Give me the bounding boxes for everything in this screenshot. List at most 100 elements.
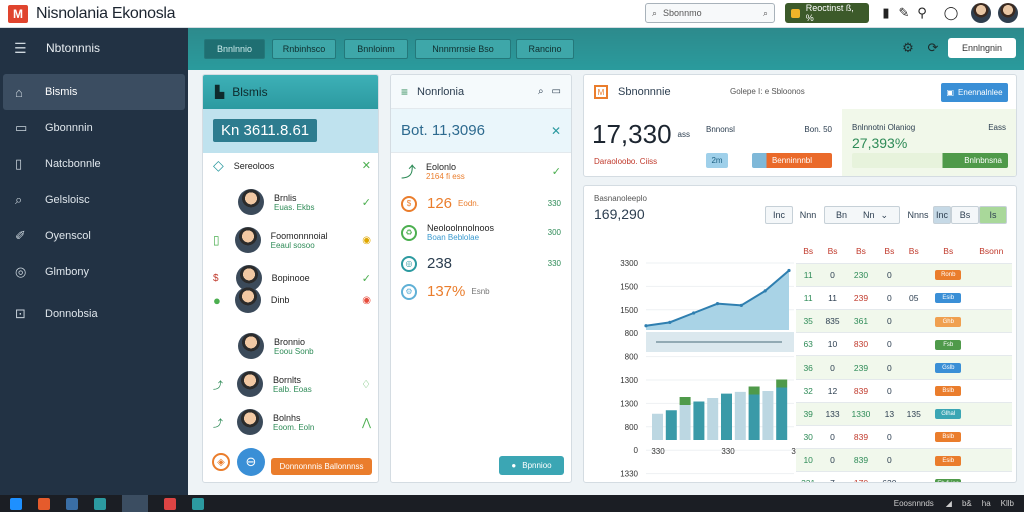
volume-icon[interactable]: ◢ (946, 499, 952, 508)
mail-icon[interactable] (66, 497, 78, 510)
status-badge[interactable]: Bslb (935, 386, 962, 397)
sidebar-item-globe[interactable]: ◎ Glmbony (3, 254, 185, 290)
list-item[interactable]: Bronnio Eoou Sonb (238, 333, 371, 359)
status-badge[interactable]: Bslb (935, 432, 962, 443)
browser-icon[interactable] (38, 497, 50, 510)
status-badge[interactable]: Glhal (935, 409, 962, 420)
list-item[interactable]: ⤴ Eolonlo 2164 fi ess ✓ (401, 161, 561, 182)
refresh-icon[interactable]: ⟳ (925, 40, 941, 56)
list-item[interactable]: ⤴ Bolnhs Eoom. Eoln ⋀ (213, 409, 371, 435)
list-item[interactable]: ⚙ 137% Esnb (401, 283, 561, 300)
tray-item[interactable]: Kllb (1001, 499, 1014, 508)
header-badge[interactable]: Reoctinst ß, % (785, 3, 869, 23)
settings-icon[interactable]: ⚙ (900, 40, 916, 56)
toggle-button[interactable]: Inc (933, 206, 951, 224)
list-item[interactable]: ◎ 238 330 (401, 255, 561, 272)
value-band: Kn 3611.8.61 (203, 109, 378, 153)
active-app-icon[interactable] (122, 495, 148, 512)
search-submit-icon[interactable]: ⌕ (763, 8, 768, 19)
status-badge[interactable]: Fsb (935, 339, 962, 350)
list-item[interactable]: ● Dinb ◉ (213, 287, 371, 313)
windows-icon[interactable] (10, 497, 22, 510)
sidebar-item-search[interactable]: ⌕ Gelsloisc (3, 182, 185, 218)
panel-header: ≡ Nonrlonia ⌕ ▭ (391, 75, 571, 109)
toggle-button[interactable]: Bn Nn ⌄ (824, 206, 900, 224)
sidebar-item-pin[interactable]: ✐ Oyenscol (3, 218, 185, 254)
status-badge[interactable]: Ghb (935, 316, 962, 327)
table-row[interactable]: 10 0 839 0 Esib (796, 448, 1012, 473)
avatar[interactable] (971, 3, 991, 23)
search-icon[interactable]: ⌕ (538, 86, 544, 97)
sidebar-item-doc[interactable]: ▭ Gbonnnin (3, 110, 185, 146)
store-icon[interactable] (192, 497, 204, 510)
info-icon: ● (511, 461, 517, 470)
status-badge[interactable]: Eb fi ioo (935, 478, 962, 482)
list-item[interactable]: ⤴ Bornlts Ealb. Eoas ♢ (213, 371, 371, 397)
edit-icon[interactable]: ✎ (896, 5, 912, 21)
search-input[interactable]: ⌕ Sbonnmo ⌕ (645, 3, 775, 23)
toolbar-button[interactable]: Ennlngnin (948, 38, 1016, 58)
list-item[interactable]: Brnlis Euas. Ekbs ✓ (238, 189, 371, 215)
close-icon[interactable]: ✕ (551, 124, 561, 138)
table-row[interactable]: 36 0 239 0 Gslb (796, 355, 1012, 380)
table-cell: 230 (844, 263, 878, 287)
table-row[interactable]: 3317170630 Eb fi ioo (796, 471, 1012, 482)
tab-2[interactable]: Rnbinhsco (272, 39, 336, 59)
table-cell (970, 379, 1012, 403)
list-item[interactable]: ♻ Neoloolnnolnoos Boan Beblolae 300 (401, 223, 561, 242)
table-row[interactable]: 11 11 239 0 05 Esib (796, 286, 1012, 311)
summary-pill[interactable]: Benninnnbl (752, 153, 832, 168)
table-row[interactable]: 30 0 839 0 Bslb (796, 425, 1012, 450)
chrome-icon[interactable] (164, 497, 176, 510)
table-cell (970, 448, 1012, 473)
sidebar-item-book[interactable]: ▯ Natcbonnle (3, 146, 185, 182)
tab-5[interactable]: Rancino (516, 39, 574, 59)
list-item[interactable]: ▯ Foomonnnoial Eeaul sosoo ◉ (213, 227, 371, 253)
summary-button[interactable]: ▣ Enennalnlee (941, 83, 1008, 102)
sidebar-item-cart[interactable]: ⊡ Donnobsia (3, 296, 185, 332)
status-badge[interactable]: Ronb (935, 270, 962, 281)
summary-pill[interactable]: 2m (706, 153, 728, 168)
filter-row[interactable]: ◇ Sereoloos ✕ (213, 157, 371, 174)
avatar[interactable] (998, 3, 1018, 23)
tray-item[interactable]: b& (962, 499, 972, 508)
close-icon[interactable]: ✕ (362, 159, 371, 172)
green-card-button[interactable]: Bnlnbnsna (852, 153, 1008, 168)
tab-4[interactable]: Nnnmrnsie Bso (415, 39, 511, 59)
app-icon[interactable] (94, 497, 106, 510)
table-row[interactable]: 39 133 1330 13 135 Glhal (796, 402, 1012, 427)
tab-1[interactable]: Bnnlnnio (204, 39, 265, 59)
sidebar-item-home[interactable]: ⌂ Bismis (3, 74, 185, 110)
table-row[interactable]: 63 10 830 0 Fsb (796, 332, 1012, 357)
window-icon[interactable]: ▮ (878, 5, 894, 21)
line-point (787, 268, 791, 273)
toggle-button[interactable]: Inc (765, 206, 793, 224)
action-button[interactable]: Donnonnnis Ballonnnss (271, 458, 372, 475)
toggle-button[interactable]: Is (979, 206, 1007, 224)
notification-icon[interactable]: ◯ (943, 5, 959, 21)
remove-icon[interactable]: ◉ (362, 295, 371, 306)
table-row[interactable]: 35 835 361 0 Ghb (796, 309, 1012, 334)
status-badge[interactable]: Esib (935, 293, 962, 304)
table-cell (970, 425, 1012, 450)
search-icon: ⌕ (15, 192, 23, 207)
toggle-button[interactable]: Bs (951, 206, 979, 224)
table-row[interactable]: 32 12 839 0 Bslb (796, 379, 1012, 403)
toggle-button[interactable]: Nnn (797, 206, 819, 224)
comment-icon[interactable]: ▭ (552, 86, 561, 97)
toggle-button[interactable]: Nnns (905, 206, 931, 224)
summary-label: Daraoloobo. Ciiss (594, 157, 658, 166)
person-sub: Ealb. Eoas (273, 384, 312, 394)
table-cell: 135 (901, 402, 926, 427)
lock-icon[interactable]: ⊖ (237, 448, 265, 476)
status-badge[interactable]: Esib (935, 455, 962, 466)
tray-item[interactable]: ha (982, 499, 991, 508)
tab-3[interactable]: Bnnloinm (344, 39, 408, 59)
status-badge[interactable]: Gslb (935, 362, 962, 373)
list-item[interactable]: $126 Eodn. 330 (401, 195, 561, 212)
sidebar-menu[interactable]: ☰ Nbtonnnis (0, 28, 188, 68)
stats-button[interactable]: ● Bpnnioo (499, 456, 564, 475)
pin-icon[interactable]: ⚲ (914, 5, 930, 21)
stat-right: 300 (547, 228, 561, 237)
table-row[interactable]: 11 0 230 0 Ronb (796, 263, 1012, 287)
